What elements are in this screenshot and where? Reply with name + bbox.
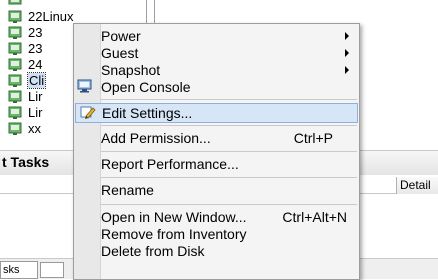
menu-item-label: Rename — [101, 182, 154, 198]
menu-item-label: Open in New Window... — [101, 209, 247, 225]
tree-item-vm[interactable]: 23 — [8, 25, 43, 40]
menu-item-label: Power — [101, 28, 141, 44]
menu-item-label: Edit Settings... — [102, 105, 193, 121]
menu-item-guest[interactable]: Guest — [101, 44, 357, 62]
menu-item-report-performance[interactable]: Report Performance... — [101, 155, 357, 173]
submenu-arrow-icon — [345, 32, 349, 40]
tree-item-vm[interactable]: xx — [8, 121, 41, 136]
menu-item-label: Report Performance... — [101, 156, 239, 172]
vm-icon — [8, 42, 22, 55]
tree-item-vm[interactable]: 23 — [8, 41, 43, 56]
vm-icon — [8, 90, 22, 103]
tasks-status-tab[interactable]: sks — [0, 261, 38, 279]
menu-item-remove-inventory[interactable]: Remove from Inventory — [101, 225, 357, 243]
submenu-arrow-icon — [345, 49, 349, 57]
console-icon — [77, 79, 92, 93]
vm-icon — [8, 10, 22, 23]
menu-item-shortcut: Ctrl+P — [293, 130, 333, 146]
vm-icon — [8, 106, 22, 119]
tree-item-label: 23 — [28, 41, 43, 56]
tree-item-vm[interactable]: Lir — [8, 105, 43, 120]
menu-separator — [101, 177, 357, 178]
tree-item-label: Cli — [26, 72, 47, 89]
vm-icon — [8, 0, 22, 5]
menu-item-edit-settings[interactable]: Edit Settings... — [75, 103, 358, 123]
tree-item-label: Lir — [28, 105, 43, 120]
menu-item-label: Snapshot — [101, 62, 161, 78]
menu-item-label: Delete from Disk — [101, 243, 205, 259]
menu-item-snapshot[interactable]: Snapshot — [101, 61, 357, 79]
vm-icon — [8, 122, 22, 135]
tree-item-vm-selected[interactable]: Cli — [8, 72, 47, 89]
menu-item-label: Add Permission... — [101, 130, 211, 146]
menu-item-rename[interactable]: Rename — [101, 181, 357, 199]
menu-item-add-permission[interactable]: Add Permission... Ctrl+P — [101, 129, 357, 147]
tree-item-vm[interactable]: Lir — [8, 89, 43, 104]
menu-item-shortcut: Ctrl+Alt+N — [282, 209, 347, 225]
menu-item-delete-disk[interactable]: Delete from Disk — [101, 242, 357, 260]
menu-separator — [101, 99, 357, 100]
menu-separator — [101, 151, 357, 152]
tree-item-vm[interactable]: 24 — [8, 57, 43, 72]
status-tab-blank[interactable] — [40, 262, 64, 278]
vm-icon — [8, 74, 22, 87]
menu-separator — [101, 125, 357, 126]
tree-item-label: 22Linux — [28, 9, 74, 24]
tree-item-label: xx — [28, 121, 41, 136]
vm-context-menu: Power Guest Snapshot Open Console Edit S… — [73, 23, 360, 280]
menu-icon-gutter — [74, 24, 101, 279]
tree-item-label: Lir — [28, 89, 43, 104]
menu-item-power[interactable]: Power — [101, 27, 357, 45]
vm-icon — [8, 58, 22, 71]
menu-separator — [101, 204, 357, 205]
menu-item-label: Remove from Inventory — [101, 226, 247, 242]
detail-column-header[interactable]: Detail — [396, 177, 438, 194]
menu-item-open-console[interactable]: Open Console — [77, 78, 357, 96]
menu-item-open-new-window[interactable]: Open in New Window... Ctrl+Alt+N — [101, 208, 357, 226]
recent-tasks-title: t Tasks — [2, 154, 50, 170]
edit-settings-icon — [80, 106, 96, 119]
tree-item-label: 23 — [28, 25, 43, 40]
submenu-arrow-icon — [345, 66, 349, 74]
tree-item-label: 24 — [28, 57, 43, 72]
tree-item-vm[interactable]: 22Linux — [8, 9, 74, 24]
menu-item-label: Guest — [101, 45, 139, 61]
menu-item-label: Open Console — [101, 79, 191, 95]
vm-icon — [8, 26, 22, 39]
